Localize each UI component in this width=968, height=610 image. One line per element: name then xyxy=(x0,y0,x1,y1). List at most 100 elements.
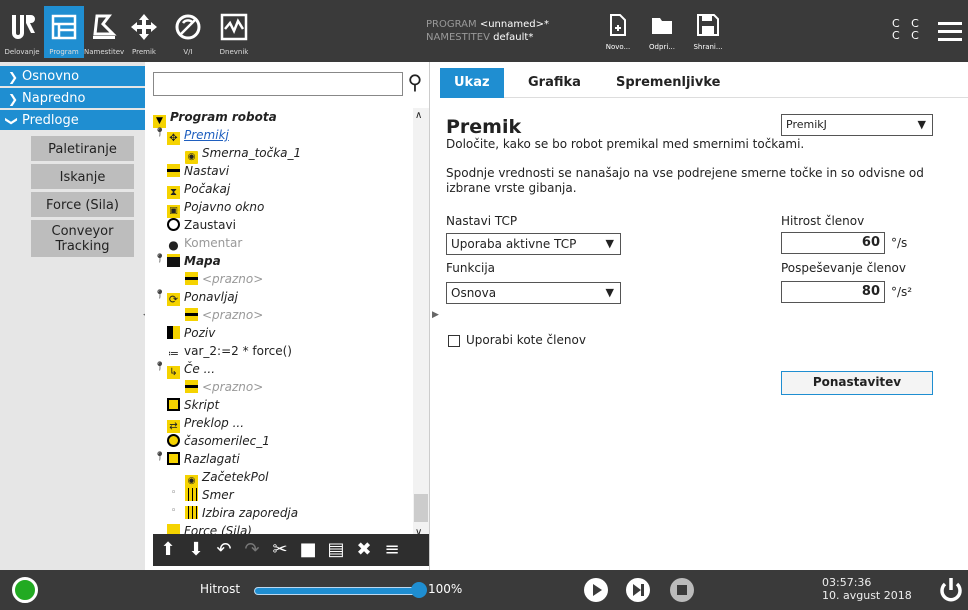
robot-power-status-icon[interactable] xyxy=(12,577,38,603)
tcp-label: Nastavi TCP xyxy=(446,214,518,228)
nav-dnevnik-button[interactable]: Dnevnik xyxy=(214,6,254,58)
tree-node-izbira[interactable]: Izbira zaporedja xyxy=(185,504,298,522)
joint-accel-input[interactable]: 80 xyxy=(781,281,885,303)
loop-icon: ⟳ xyxy=(167,293,180,306)
tab-grafika[interactable]: Grafika xyxy=(514,68,595,98)
tree-node-empty[interactable]: <prazno> xyxy=(185,306,263,324)
tcp-select[interactable]: Uporaba aktivne TCP ▼ xyxy=(446,233,621,255)
tree-node-smer[interactable]: Smer xyxy=(185,486,234,504)
speed-value: 100% xyxy=(428,582,463,596)
tree-node-empty[interactable]: <prazno> xyxy=(185,270,263,288)
tree-search-input[interactable] xyxy=(153,72,403,96)
nav-section-predloge[interactable]: ❯ Predloge xyxy=(0,110,145,132)
tab-spremenljivke[interactable]: Spremenljivke xyxy=(602,68,734,98)
template-force[interactable]: Force (Sila) xyxy=(31,192,134,220)
tree-node-mapa[interactable]: Mapa xyxy=(167,252,221,270)
tree-node-komentar[interactable]: ● Komentar xyxy=(167,234,242,252)
tree-node-root[interactable]: ▼ Program robota xyxy=(153,108,277,128)
program-name: <unnamed>* xyxy=(479,19,549,30)
tree-node-label: Komentar xyxy=(184,236,243,250)
program-tree-panel: ⚲ ▼ Program robota 📍︎ ✥ Premikj ◉ Smerna_to… xyxy=(145,62,430,570)
pin-icon: 📍︎ xyxy=(154,290,166,300)
tree-node-ponavljaj[interactable]: ⟳ Ponavljaj xyxy=(167,288,238,306)
joint-speed-input[interactable]: 60 xyxy=(781,232,885,254)
program-tree: ▼ Program robota 📍︎ ✥ Premikj ◉ Smerna_točk… xyxy=(153,108,415,540)
reset-button[interactable]: Ponastavitev xyxy=(781,371,933,395)
tree-node-nastavi[interactable]: Nastavi xyxy=(167,162,229,180)
redo-icon[interactable]: ↷ xyxy=(239,538,265,562)
copy-icon[interactable]: ■ xyxy=(295,538,321,562)
step-button[interactable] xyxy=(626,578,650,602)
hamburger-menu-icon[interactable] xyxy=(938,22,962,42)
set-icon xyxy=(167,164,180,177)
tree-node-popup[interactable]: ▣ Pojavno okno xyxy=(167,198,264,218)
nav-section-napredno[interactable]: ❯ Napredno xyxy=(0,88,145,110)
nav-namestitev-button[interactable]: Namestitev xyxy=(84,6,124,58)
tree-node-label: <prazno> xyxy=(202,272,264,286)
tree-node-poziv[interactable]: Poziv xyxy=(167,324,215,342)
tree-node-label: Smer xyxy=(202,488,234,502)
tree-node-ce[interactable]: ↳ Če ... xyxy=(167,360,215,379)
new-file-button[interactable]: Novo... xyxy=(598,14,638,51)
comment-icon: ● xyxy=(168,238,179,252)
tree-node-label: var_2:=2 * force() xyxy=(184,344,292,358)
move-type-select[interactable]: PremikJ ▼ xyxy=(781,114,933,136)
command-tabs: Ukaz Grafika Spremenljivke xyxy=(440,68,968,98)
function-select[interactable]: Osnova ▼ xyxy=(446,282,621,304)
play-button[interactable] xyxy=(584,578,608,602)
save-file-button[interactable]: Shrani... xyxy=(688,14,728,51)
tree-node-zacetekpol[interactable]: ◉ ZačetekPol xyxy=(185,468,269,488)
collapse-tree-handle[interactable]: ▶ xyxy=(432,310,439,320)
tree-node-assignment[interactable]: ≔ var_2:=2 * force() xyxy=(167,342,292,360)
tree-node-skript[interactable]: Skript xyxy=(167,396,219,414)
stop-button[interactable] xyxy=(670,578,694,602)
nav-vi-button[interactable]: V/I xyxy=(168,6,208,58)
tree-scrollbar[interactable]: ∧ ∨ xyxy=(413,108,429,540)
speed-slider[interactable] xyxy=(254,582,427,598)
tree-node-waypoint[interactable]: ◉ Smerna_točka_1 xyxy=(185,144,301,164)
open-file-button[interactable]: Odpri... xyxy=(642,14,682,51)
stop-icon xyxy=(167,218,180,231)
move-icon: ✥ xyxy=(167,132,180,145)
pin-icon: 📍︎ xyxy=(154,254,166,264)
scrollbar-thumb[interactable] xyxy=(414,494,428,522)
move-type-value: PremikJ xyxy=(786,118,827,131)
power-icon[interactable] xyxy=(938,576,964,604)
nav-delovanje-button[interactable]: Delovanje xyxy=(2,6,42,58)
grid-icon xyxy=(185,506,198,519)
expand-icon[interactable]: ◦ xyxy=(171,488,176,498)
tree-toolbar: ⬆ ⬇ ↶ ↷ ✂ ■ ▤ ✖ ≡ xyxy=(153,534,429,566)
nav-section-osnovno[interactable]: ❯ Osnovno xyxy=(0,66,145,88)
cut-icon[interactable]: ✂ xyxy=(267,538,293,562)
use-joint-angles-checkbox[interactable] xyxy=(448,335,460,347)
tree-node-pocakaj[interactable]: ⧗ Počakaj xyxy=(167,180,230,199)
tab-ukaz[interactable]: Ukaz xyxy=(440,68,504,98)
nav-premik-button[interactable]: Premik xyxy=(124,6,164,58)
expand-icon[interactable]: ◦ xyxy=(171,506,176,516)
interpreter-icon xyxy=(167,452,180,465)
move-up-icon[interactable]: ⬆ xyxy=(155,538,181,562)
paste-icon[interactable]: ▤ xyxy=(323,538,349,562)
template-paletiranje[interactable]: Paletiranje xyxy=(31,136,134,164)
joint-speed-unit: °/s xyxy=(891,236,908,250)
undo-icon[interactable]: ↶ xyxy=(211,538,237,562)
tree-node-label: <prazno> xyxy=(202,308,264,322)
delete-icon[interactable]: ✖ xyxy=(351,538,377,562)
search-icon[interactable]: ⚲ xyxy=(403,70,427,96)
move-down-icon[interactable]: ⬇ xyxy=(183,538,209,562)
suppress-icon[interactable]: ≡ xyxy=(379,538,405,562)
scroll-up-icon[interactable]: ∧ xyxy=(415,110,422,121)
nav-program-button[interactable]: Program xyxy=(44,6,84,58)
command-info: Spodnje vrednosti se nanašajo na vse pod… xyxy=(446,166,924,195)
template-iskanje[interactable]: Iskanje xyxy=(31,164,134,192)
tree-node-premikj[interactable]: ✥ Premikj xyxy=(167,126,229,145)
speed-slider-handle[interactable] xyxy=(411,582,427,598)
tree-node-preklop[interactable]: ⇄ Preklop ... xyxy=(167,414,245,433)
tree-node-timer[interactable]: časomerilec_1 xyxy=(167,432,270,450)
template-conveyor-tracking[interactable]: Conveyor Tracking xyxy=(31,220,134,260)
installation-name: default* xyxy=(493,32,534,43)
tree-node-empty[interactable]: <prazno> xyxy=(185,378,263,396)
tree-node-label: Preklop ... xyxy=(184,416,245,430)
tree-node-razlagati[interactable]: Razlagati xyxy=(167,450,240,468)
tree-node-zaustavi[interactable]: Zaustavi xyxy=(167,216,236,234)
